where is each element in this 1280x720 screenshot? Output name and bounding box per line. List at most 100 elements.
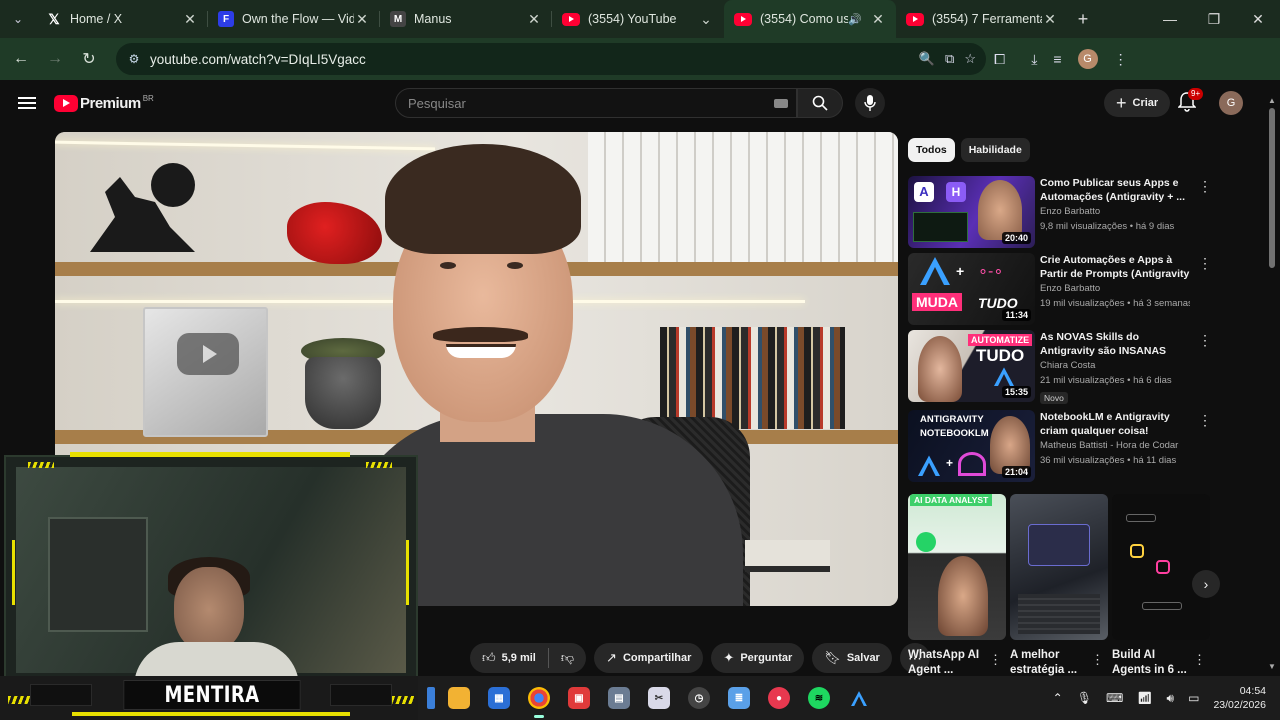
short-title[interactable]: Build AI Agents in 6 ... (1112, 648, 1196, 678)
file-explorer-icon[interactable] (448, 687, 470, 709)
keyboard-icon[interactable] (774, 98, 788, 108)
calculator-icon[interactable]: ▤ (608, 687, 630, 709)
channel-name[interactable]: Enzo Barbatto (1040, 281, 1190, 296)
show-hidden-icons[interactable]: ⌃ (1053, 691, 1063, 705)
speaker-icon[interactable]: 🔊 (848, 13, 862, 26)
short-title[interactable]: WhatsApp AI Agent ... (908, 648, 992, 678)
recommended-video[interactable]: + ∘-∘ MUDA TUDO 11:34 Crie Automações e … (908, 253, 1212, 327)
video-thumbnail[interactable]: + ∘-∘ MUDA TUDO 11:34 (908, 253, 1035, 325)
browser-tab[interactable]: (3554) YouTube ⌄ (552, 0, 724, 38)
dislike-button[interactable]: 👎︎ (549, 643, 586, 673)
clock-app-icon[interactable]: ◷ (688, 687, 710, 709)
browser-tab[interactable]: 𝕏 Home / X ✕ (36, 0, 208, 38)
short-thumbnail[interactable]: AI DATA ANALYST (908, 494, 1006, 640)
battery-icon[interactable]: ▭ (1188, 691, 1199, 705)
browser-tab[interactable]: (3554) 7 Ferramentas ✕ (896, 0, 1068, 38)
chip-todos[interactable]: Todos (908, 138, 955, 162)
reload-icon[interactable]: ↻ (72, 49, 106, 69)
short-thumbnail[interactable] (1112, 494, 1210, 640)
page-scrollbar[interactable]: ▲ ▼ (1268, 96, 1276, 676)
wifi-icon[interactable]: 📶︎ (1137, 691, 1152, 705)
notifications-button[interactable]: 9+ (1177, 88, 1204, 112)
microsoft-store-icon[interactable]: ▦ (488, 687, 510, 709)
new-tab-button[interactable]: + (1068, 9, 1098, 30)
more-options-icon[interactable]: ⋮ (1198, 332, 1212, 349)
system-clock[interactable]: 04:54 23/02/2026 (1213, 684, 1266, 712)
account-avatar[interactable]: G (1219, 91, 1243, 115)
red-app-icon[interactable]: ▣ (568, 687, 590, 709)
notepad-icon[interactable]: ≣ (728, 687, 750, 709)
search-input[interactable]: Pesquisar (395, 88, 797, 118)
minimize-icon[interactable]: — (1148, 0, 1192, 38)
browser-menu-icon[interactable]: ⋮ (1114, 51, 1128, 68)
recommended-video[interactable]: AUTOMATIZE TUDO 15:35 As NOVAS Skills do… (908, 330, 1212, 404)
scrollbar-thumb[interactable] (1269, 108, 1275, 268)
chrome-icon[interactable] (528, 687, 550, 718)
voice-search-button[interactable] (855, 88, 885, 118)
close-tab-icon[interactable]: ✕ (870, 11, 886, 28)
recommended-video[interactable]: ANTIGRAVITY NOTEBOOKLM + 21:04 NotebookL… (908, 410, 1212, 484)
close-window-icon[interactable]: ✕ (1236, 0, 1280, 38)
more-options-icon[interactable]: ⋮ (1198, 412, 1212, 429)
recommended-video[interactable]: A H 20:40 Como Publicar seus Apps e Auto… (908, 176, 1212, 250)
save-button[interactable]: 🔖︎ Salvar (812, 643, 892, 673)
video-title[interactable]: Como Publicar seus Apps e Automações (An… (1040, 176, 1190, 204)
address-bar[interactable]: ⚙ youtube.com/watch?v=DIqLI5Vgacc 🔍 ⧉ ☆ (116, 43, 986, 75)
browser-tab[interactable]: M Manus ✕ (380, 0, 552, 38)
video-title[interactable]: As NOVAS Skills do Antigravity são INSAN… (1040, 330, 1190, 358)
site-info-icon[interactable]: ⚙ (122, 52, 146, 66)
share-button[interactable]: ↗ Compartilhar (594, 643, 704, 673)
video-thumbnail[interactable]: A H 20:40 (908, 176, 1035, 248)
create-button[interactable]: + Criar (1104, 89, 1171, 117)
channel-name[interactable]: Enzo Barbatto (1040, 204, 1190, 219)
scroll-down-icon[interactable]: ▼ (1268, 662, 1276, 671)
media-control-icon[interactable]: ≡ (1053, 51, 1061, 67)
keyboard-tray-icon[interactable]: ⌨ (1106, 691, 1123, 705)
close-tab-icon[interactable]: ✕ (182, 11, 198, 28)
cast-icon[interactable]: ⧉ (945, 51, 954, 67)
chip-habilidade[interactable]: Habilidade (960, 138, 1030, 162)
short-title[interactable]: A melhor estratégia ... (1010, 648, 1094, 678)
snipping-tool-icon[interactable]: ✂ (648, 687, 670, 709)
channel-name[interactable]: Chiara Costa (1040, 358, 1190, 373)
back-icon[interactable]: ← (4, 50, 38, 68)
forward-icon[interactable]: → (38, 50, 72, 68)
taskbar-edge-icon[interactable] (427, 687, 435, 709)
download-icon[interactable]: ⤓ (1031, 51, 1037, 68)
video-thumbnail[interactable]: AUTOMATIZE TUDO 15:35 (908, 330, 1035, 402)
channel-name[interactable]: Matheus Battisti - Hora de Codar (1040, 438, 1190, 453)
more-options-icon[interactable]: ⋮ (1198, 178, 1212, 195)
tab-search-button[interactable]: ⌄ (0, 0, 36, 38)
url-text[interactable]: youtube.com/watch?v=DIqLI5Vgacc (150, 52, 366, 67)
close-tab-icon[interactable]: ⌄ (698, 11, 714, 28)
extensions-icon[interactable]: ⧠ (994, 51, 1005, 68)
menu-icon[interactable] (18, 94, 36, 112)
video-title[interactable]: NotebookLM e Antigravity criam qualquer … (1040, 410, 1190, 438)
more-options-icon[interactable]: ⋮ (1198, 255, 1212, 272)
microphone-tray-icon[interactable]: 🎙︎ (1077, 691, 1092, 705)
restore-icon[interactable]: ❐ (1192, 0, 1236, 38)
youtube-logo[interactable]: Premium BR (54, 94, 154, 112)
ask-button[interactable]: ✦ Perguntar (711, 643, 805, 673)
more-options-icon[interactable]: ⋮ (989, 652, 1002, 668)
bookmark-star-icon[interactable]: ☆ (964, 51, 976, 67)
short-thumbnail[interactable] (1010, 494, 1108, 640)
scroll-up-icon[interactable]: ▲ (1268, 96, 1276, 105)
video-thumbnail[interactable]: ANTIGRAVITY NOTEBOOKLM + 21:04 (908, 410, 1035, 482)
video-title[interactable]: Crie Automações e Apps à Partir de Promp… (1040, 253, 1190, 281)
browser-tab[interactable]: F Own the Flow — Vide ✕ (208, 0, 380, 38)
more-options-icon[interactable]: ⋮ (1091, 652, 1104, 668)
browser-tab-active[interactable]: (3554) Como usa 🔊 ✕ (724, 0, 896, 38)
profile-avatar[interactable]: G (1077, 49, 1098, 69)
zoom-icon[interactable]: 🔍 (919, 51, 935, 67)
close-tab-icon[interactable]: ✕ (526, 11, 542, 28)
close-tab-icon[interactable]: ✕ (1042, 11, 1058, 28)
media-app-icon[interactable]: ● (768, 687, 790, 709)
search-button[interactable] (797, 88, 843, 118)
shorts-next-button[interactable]: › (1192, 570, 1220, 598)
more-options-icon[interactable]: ⋮ (1193, 652, 1206, 668)
like-button[interactable]: 👍︎ 5,9 mil (470, 643, 548, 673)
antigravity-taskbar-icon[interactable] (848, 687, 870, 709)
spotify-icon[interactable]: ≋ (808, 687, 830, 709)
close-tab-icon[interactable]: ✕ (354, 11, 370, 28)
